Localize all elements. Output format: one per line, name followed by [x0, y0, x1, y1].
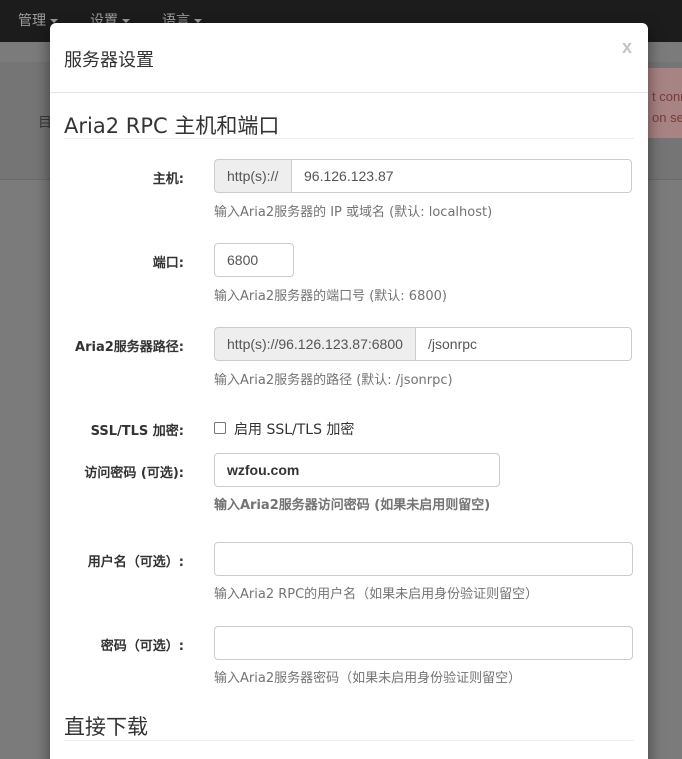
section-title-direct-download: 直接下载 — [64, 715, 148, 739]
path-url-addon: http(s)://96.126.123.87:6800 — [214, 327, 416, 361]
host-input[interactable]: 96.126.123.87 — [291, 159, 632, 193]
username-help-text: 输入Aria2 RPC的用户名（如果未启用身份验证则留空） — [214, 587, 539, 602]
port-help-text: 输入Aria2服务器的端口号 (默认: 6800) — [214, 289, 447, 304]
secret-help-text: 输入Aria2服务器访问密码 (如果未启用则留空) — [214, 498, 491, 513]
username-input[interactable] — [214, 542, 633, 576]
secret-label: 访问密码 (可选): — [84, 466, 184, 481]
modal-header: 服务器设置 x — [50, 23, 648, 93]
path-label: Aria2服务器路径: — [75, 340, 184, 355]
alert-line-2: on set — [652, 110, 682, 125]
ssl-label: SSL/TLS 加密: — [90, 424, 184, 439]
path-input[interactable]: /jsonrpc — [415, 327, 632, 361]
server-settings-modal: 服务器设置 x Aria2 RPC 主机和端口 主机: http(s):// 9… — [50, 23, 648, 759]
username-label: 用户名（可选）: — [87, 555, 184, 570]
nav-manage-label: 管理 — [18, 12, 46, 28]
host-protocol-addon: http(s):// — [214, 159, 292, 193]
password-label: 密码（可选）: — [100, 639, 184, 654]
password-input[interactable] — [214, 626, 633, 660]
section-divider — [64, 740, 634, 741]
host-help-text: 输入Aria2服务器的 IP 或域名 (默认: localhost) — [214, 205, 493, 220]
ssl-checkbox-label[interactable]: 启用 SSL/TLS 加密 — [234, 419, 354, 439]
close-button[interactable]: x — [622, 37, 632, 58]
modal-title: 服务器设置 — [64, 50, 154, 71]
section-title-rpc: Aria2 RPC 主机和端口 — [64, 114, 280, 138]
secret-input[interactable]: wzfou.com — [214, 453, 500, 487]
port-input[interactable]: 6800 — [214, 243, 294, 277]
alert-line-1: t conn — [652, 89, 682, 104]
ssl-checkbox[interactable] — [214, 422, 226, 434]
section-divider — [64, 138, 634, 139]
path-help-text: 输入Aria2服务器的路径 (默认: /jsonrpc) — [214, 373, 453, 388]
password-help-text: 输入Aria2服务器密码（如果未启用身份验证则留空） — [214, 671, 522, 686]
background-alert-text: t conn on set — [652, 86, 682, 128]
port-label: 端口: — [152, 256, 184, 271]
host-label: 主机: — [152, 172, 184, 187]
